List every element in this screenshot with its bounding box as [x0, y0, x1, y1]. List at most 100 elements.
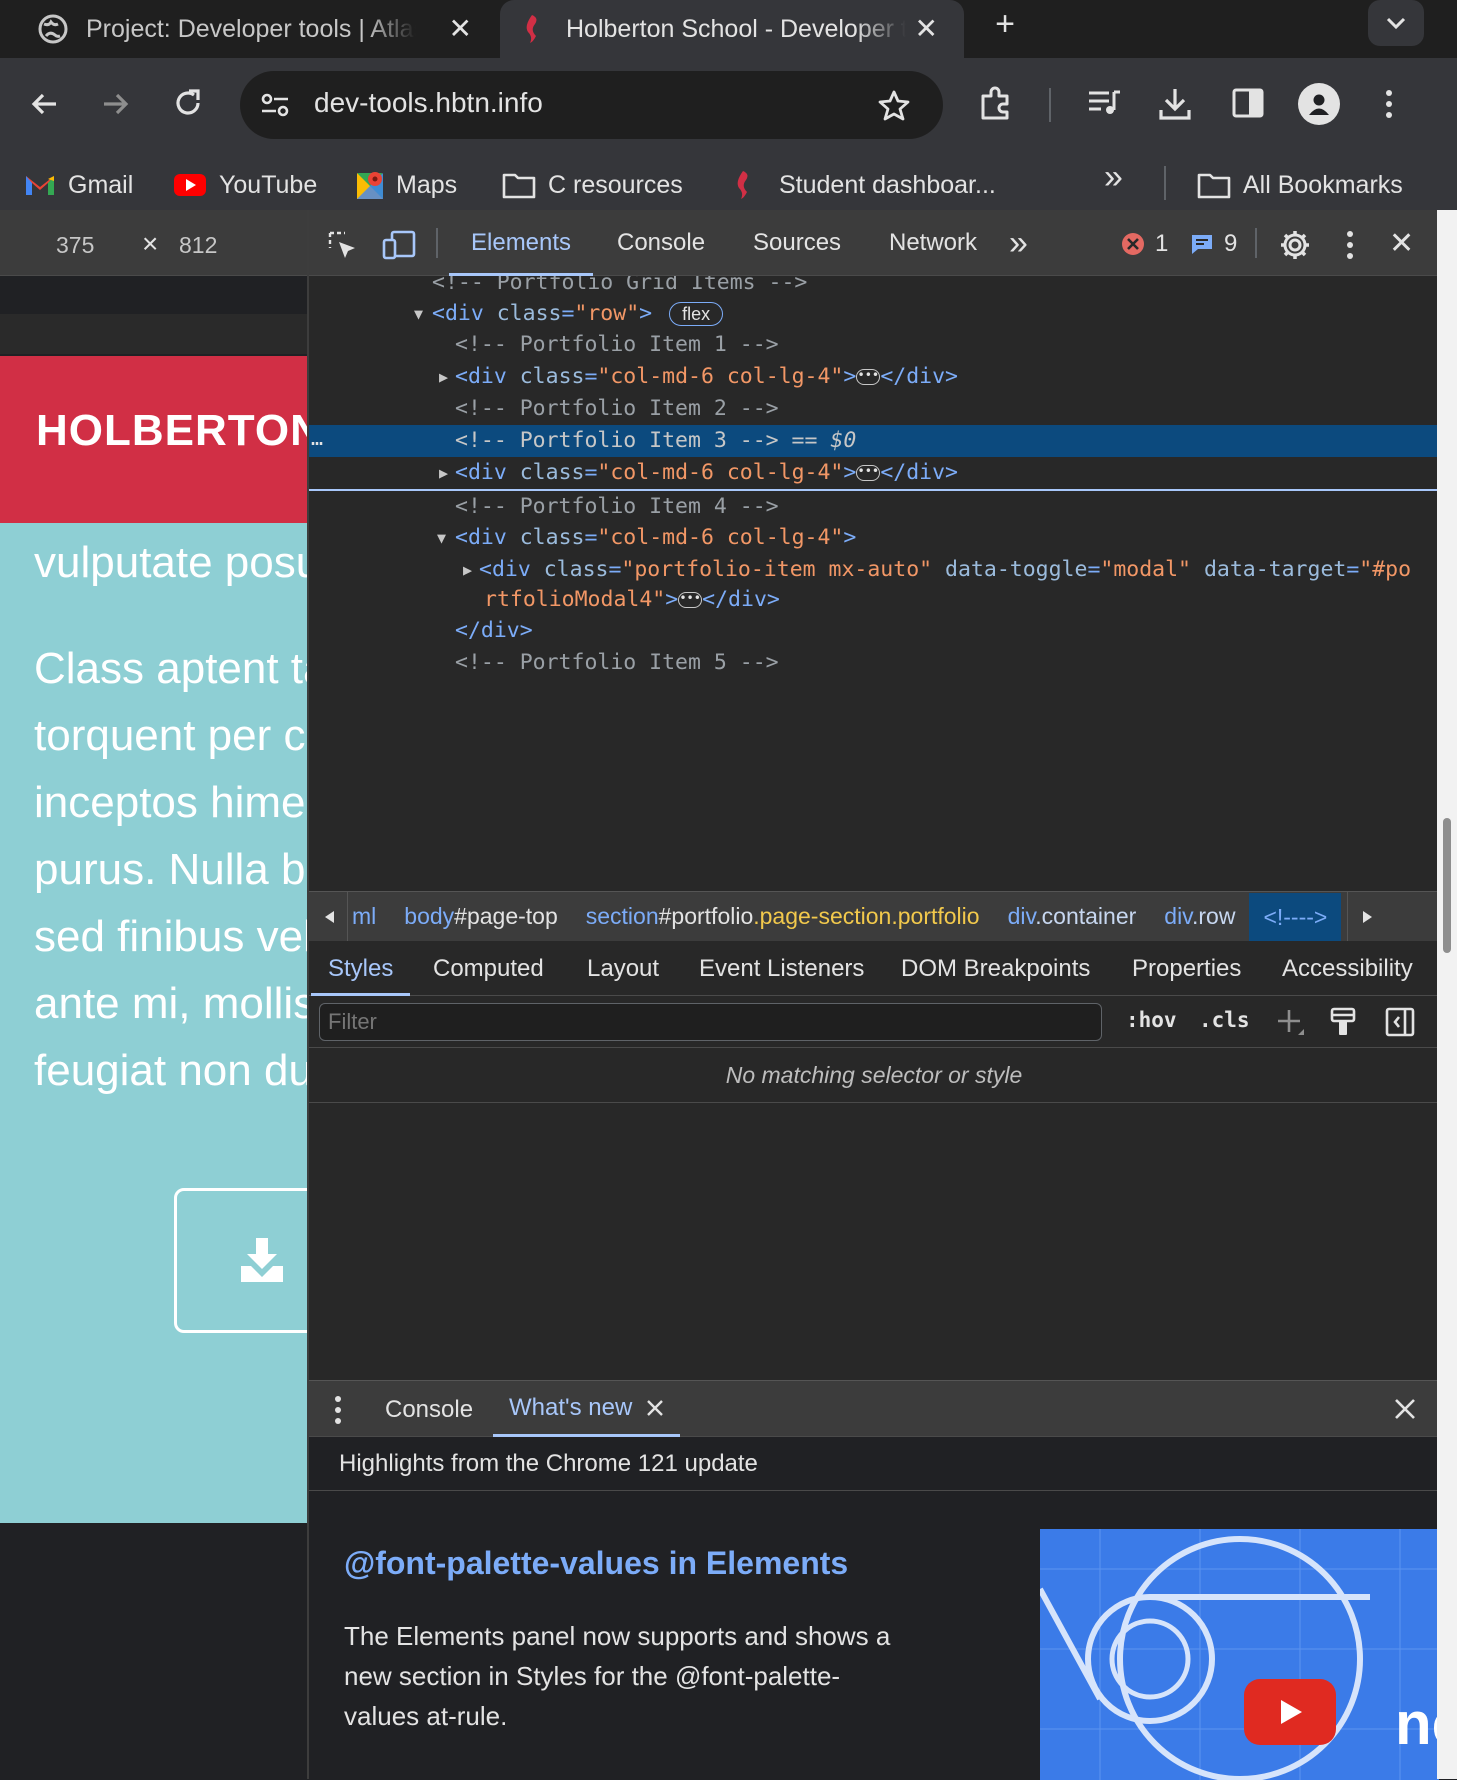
breadcrumb-body[interactable]: body#page-top: [404, 903, 557, 930]
download-button[interactable]: [174, 1188, 307, 1333]
close-icon[interactable]: [646, 1399, 664, 1417]
back-icon[interactable]: [28, 88, 60, 120]
dom-node[interactable]: <!-- Portfolio Item 1 -->: [309, 329, 1439, 361]
extensions-icon[interactable]: [978, 86, 1014, 122]
device-width-input[interactable]: 375: [56, 232, 94, 259]
kebab-menu-icon[interactable]: [1384, 88, 1394, 120]
browser-tab-holberton[interactable]: Holberton School - Developer tools ✕: [500, 0, 964, 58]
add-rule-icon[interactable]: [1276, 1007, 1306, 1039]
scroll-left-icon[interactable]: [323, 910, 335, 924]
feature-title[interactable]: @font-palette-values in Elements: [344, 1545, 848, 1582]
breadcrumb-comment[interactable]: <!---->: [1249, 892, 1342, 941]
dom-node[interactable]: <!-- Portfolio Item 5 -->: [309, 647, 1439, 679]
device-toggle-icon[interactable]: [382, 230, 416, 260]
dom-node[interactable]: <!-- Portfolio Item 2 -->: [309, 393, 1439, 425]
dom-node[interactable]: ▶ <div class="portfolio-item mx-auto" da…: [309, 554, 1439, 586]
collapse-triangle[interactable]: ▼: [414, 298, 423, 330]
tab-accessibility[interactable]: Accessibility: [1282, 941, 1413, 996]
flex-badge[interactable]: flex: [669, 302, 724, 326]
tab-computed[interactable]: Computed: [433, 941, 544, 996]
ellipsis-button[interactable]: •••: [856, 465, 881, 481]
tab-network[interactable]: Network: [889, 210, 977, 276]
dom-node[interactable]: </div>: [309, 615, 1439, 647]
reload-icon[interactable]: [172, 87, 204, 119]
more-tabs-button[interactable]: »: [1009, 210, 1028, 276]
expand-triangle[interactable]: ▶: [463, 554, 472, 586]
bookmark-gmail[interactable]: Gmail: [24, 165, 133, 205]
ellipsis-button[interactable]: •••: [678, 592, 703, 608]
tab-dom-breakpoints[interactable]: DOM Breakpoints: [901, 941, 1090, 996]
bookmark-youtube[interactable]: YouTube: [173, 165, 317, 205]
video-thumbnail[interactable]: ne: [1040, 1529, 1439, 1780]
kebab-menu-icon[interactable]: [333, 1395, 343, 1425]
bookmark-c-resources[interactable]: C resources: [502, 165, 683, 205]
device-height-input[interactable]: 812: [179, 232, 217, 259]
breadcrumb-container[interactable]: div.container: [1008, 903, 1137, 930]
close-tab-icon[interactable]: ✕: [915, 12, 938, 45]
url-text[interactable]: dev-tools.hbtn.info: [314, 87, 543, 119]
drawer-tab-console[interactable]: Console: [385, 1396, 473, 1424]
message-counter[interactable]: 9: [1190, 230, 1237, 258]
error-counter[interactable]: 1: [1121, 230, 1168, 258]
tab-layout[interactable]: Layout: [587, 941, 659, 996]
collapse-triangle[interactable]: ▼: [437, 522, 446, 554]
site-settings-icon[interactable]: [260, 91, 290, 119]
dom-node[interactable]: ▼ <div class="row"> flex: [309, 298, 1439, 330]
toggle-sidebar-icon[interactable]: [1385, 1007, 1415, 1037]
profile-avatar[interactable]: [1298, 83, 1340, 125]
brand-logo[interactable]: HOLBERTON: [36, 406, 307, 456]
dom-node[interactable]: <!-- Portfolio Item 4 -->: [309, 491, 1439, 523]
dom-node-wrap: rtfolioModal4">•••</div>: [309, 584, 1439, 616]
attr-name: class: [543, 557, 609, 582]
expand-triangle[interactable]: ▶: [439, 457, 448, 489]
forward-icon[interactable]: [100, 88, 132, 120]
star-icon[interactable]: [877, 89, 911, 121]
bookmark-student-dashboard[interactable]: Student dashboar...: [733, 165, 996, 205]
close-drawer-icon[interactable]: [1394, 1398, 1416, 1420]
tab-event-listeners[interactable]: Event Listeners: [699, 941, 864, 996]
more-bookmarks-button[interactable]: »: [1104, 158, 1123, 197]
bookmark-all-bookmarks[interactable]: All Bookmarks: [1197, 165, 1403, 205]
breadcrumb-row[interactable]: div.row: [1164, 903, 1235, 930]
drawer-tab-whats-new[interactable]: What's new: [493, 1381, 681, 1437]
dom-node[interactable]: <!-- Portfolio Grid Items -->: [309, 276, 1439, 299]
bookmark-maps[interactable]: Maps: [356, 165, 457, 205]
maps-icon: [357, 172, 383, 199]
styles-filter-input[interactable]: [319, 1003, 1102, 1041]
window-scrollbar[interactable]: [1437, 210, 1457, 1779]
kebab-menu-icon[interactable]: [1345, 230, 1355, 260]
dom-node-selected[interactable]: … <!-- Portfolio Item 3 --> == $0: [309, 425, 1439, 457]
new-tab-button[interactable]: +: [985, 4, 1025, 44]
close-tab-icon[interactable]: ✕: [449, 12, 472, 45]
browser-tab-atlas[interactable]: Project: Developer tools | Atlas ✕: [20, 0, 498, 58]
breadcrumb-section[interactable]: section#portfolio.page-section.portfolio: [586, 903, 980, 930]
cls-toggle[interactable]: .cls: [1199, 1008, 1250, 1032]
hov-toggle[interactable]: :hov: [1126, 1008, 1177, 1032]
ellipsis-button[interactable]: •••: [856, 369, 881, 385]
dom-node[interactable]: ▼ <div class="col-md-6 col-lg-4">: [309, 522, 1439, 554]
gear-icon[interactable]: [1279, 229, 1311, 261]
page-viewport: HOLBERTON vulputate posu Class aptent ta…: [0, 276, 307, 1779]
expand-triangle[interactable]: ▶: [439, 361, 448, 393]
bookmarks-divider: [1164, 166, 1166, 200]
side-panel-icon[interactable]: [1232, 88, 1264, 118]
address-bar[interactable]: dev-tools.hbtn.info: [240, 71, 943, 139]
tab-styles[interactable]: Styles: [310, 941, 411, 996]
tab-elements[interactable]: Elements: [448, 210, 594, 276]
paint-brush-icon[interactable]: [1329, 1007, 1357, 1037]
media-controls-icon[interactable]: [1087, 88, 1121, 118]
tab-search-button[interactable]: [1368, 0, 1424, 46]
dom-node[interactable]: ▶ <div class="col-md-6 col-lg-4">•••</di…: [309, 361, 1439, 393]
tab-sources[interactable]: Sources: [753, 210, 841, 276]
play-button[interactable]: [1244, 1679, 1336, 1745]
dom-node[interactable]: ▶ <div class="col-md-6 col-lg-4">•••</di…: [309, 457, 1439, 491]
inspect-element-icon[interactable]: [327, 230, 359, 262]
tab-properties[interactable]: Properties: [1132, 941, 1241, 996]
tab-console[interactable]: Console: [617, 210, 705, 276]
close-devtools-button[interactable]: ✕: [1389, 226, 1414, 261]
download-icon[interactable]: [1158, 86, 1192, 122]
download-icon: [241, 1238, 283, 1282]
scroll-right-icon[interactable]: [1362, 910, 1374, 924]
breadcrumb-html[interactable]: ml: [352, 903, 376, 930]
scrollbar-thumb[interactable]: [1443, 818, 1451, 953]
